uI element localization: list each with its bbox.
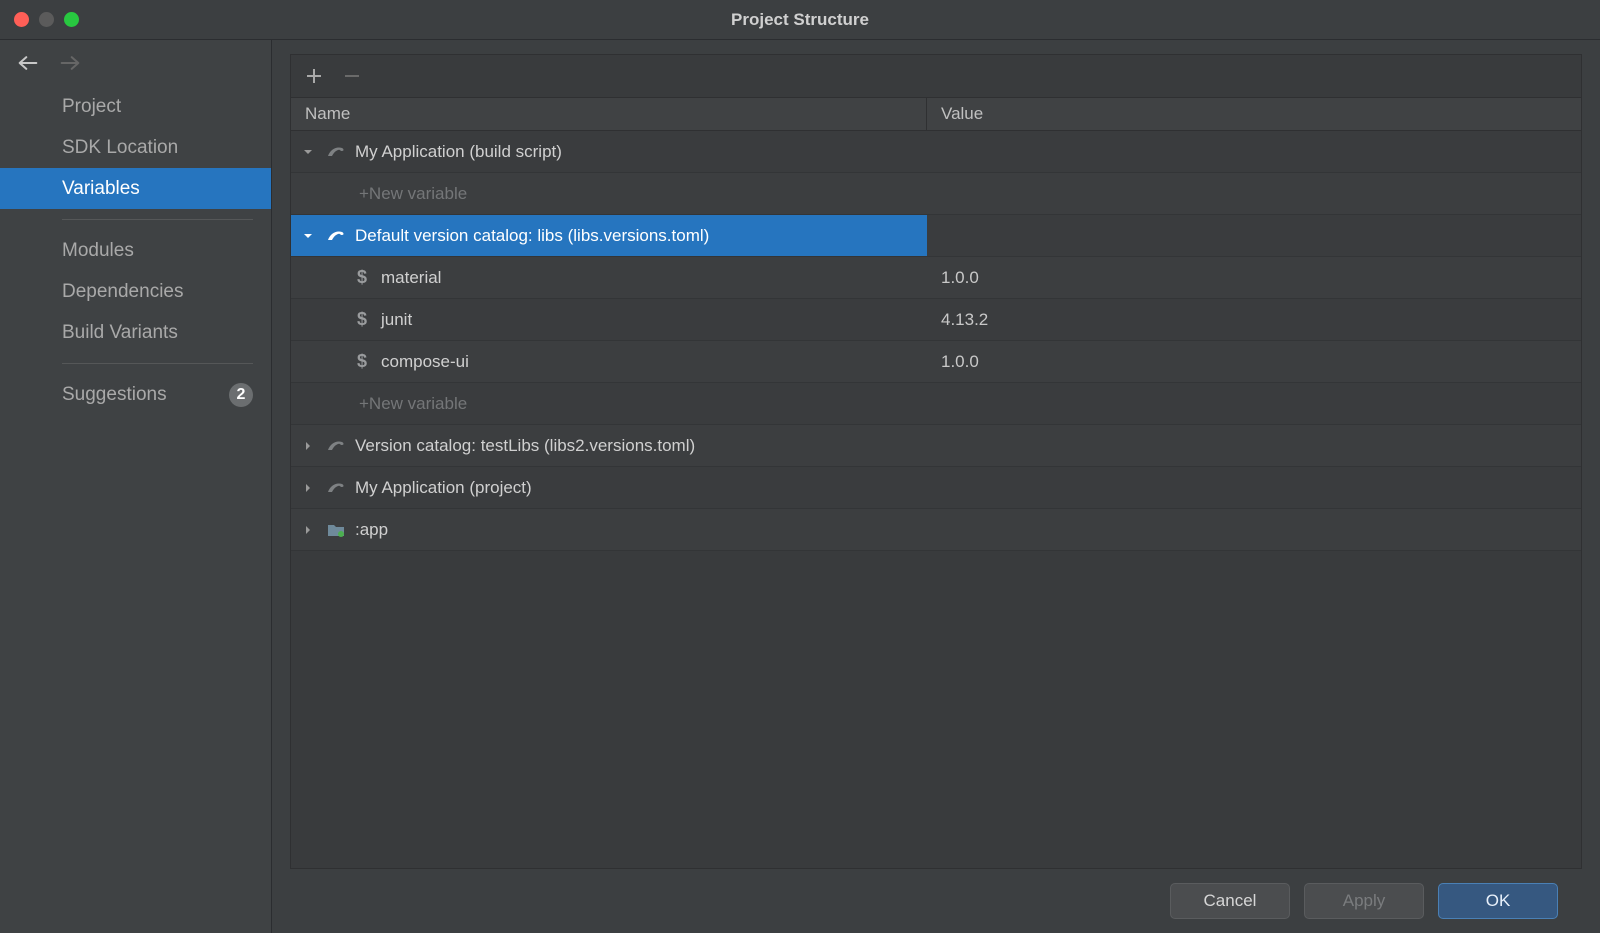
add-button[interactable] xyxy=(305,67,323,85)
main-content: Name Value My Application (build script) xyxy=(272,40,1600,933)
sidebar-item-label: Project xyxy=(62,96,121,118)
cancel-button[interactable]: Cancel xyxy=(1170,883,1290,919)
ok-button[interactable]: OK xyxy=(1438,883,1558,919)
variable-row-compose-ui[interactable]: $ compose-ui 1.0.0 xyxy=(291,341,1581,383)
tree-node-label: My Application (build script) xyxy=(355,142,562,162)
tree-node-label: :app xyxy=(355,520,388,540)
history-nav xyxy=(0,40,271,86)
sidebar-item-label: Dependencies xyxy=(62,281,183,303)
variable-value[interactable]: 4.13.2 xyxy=(927,299,1581,340)
zoom-window-button[interactable] xyxy=(64,12,79,27)
variable-value[interactable]: 1.0.0 xyxy=(927,257,1581,298)
sidebar-item-suggestions[interactable]: Suggestions 2 xyxy=(0,374,271,415)
back-button[interactable] xyxy=(18,53,38,73)
variable-row-junit[interactable]: $ junit 4.13.2 xyxy=(291,299,1581,341)
sidebar: Project SDK Location Variables Modules D… xyxy=(0,40,272,933)
minimize-window-button[interactable] xyxy=(39,12,54,27)
new-variable-row[interactable]: +New variable xyxy=(291,383,1581,425)
sidebar-item-project[interactable]: Project xyxy=(0,86,271,127)
plus-icon xyxy=(306,68,322,84)
sidebar-item-build-variants[interactable]: Build Variants xyxy=(0,312,271,353)
tree-node-label: Version catalog: testLibs (libs2.version… xyxy=(355,436,695,456)
new-variable-placeholder: +New variable xyxy=(359,394,467,414)
sidebar-separator xyxy=(62,363,253,364)
variable-icon: $ xyxy=(351,309,373,330)
variable-name: junit xyxy=(381,310,412,330)
close-window-button[interactable] xyxy=(14,12,29,27)
sidebar-item-label: SDK Location xyxy=(62,137,178,159)
new-variable-row[interactable]: +New variable xyxy=(291,173,1581,215)
apply-button[interactable]: Apply xyxy=(1304,883,1424,919)
titlebar: Project Structure xyxy=(0,0,1600,40)
column-header-name[interactable]: Name xyxy=(291,98,927,130)
project-structure-dialog: Project Structure Project SDK Location V… xyxy=(0,0,1600,933)
variable-name: compose-ui xyxy=(381,352,469,372)
chevron-down-icon xyxy=(299,230,317,242)
sidebar-item-modules[interactable]: Modules xyxy=(0,230,271,271)
window-controls xyxy=(14,12,79,27)
sidebar-separator xyxy=(62,219,253,220)
module-folder-icon xyxy=(325,522,347,538)
variables-panel: Name Value My Application (build script) xyxy=(290,54,1582,869)
sidebar-item-dependencies[interactable]: Dependencies xyxy=(0,271,271,312)
arrow-right-icon xyxy=(60,54,80,72)
minus-icon xyxy=(344,68,360,84)
sidebar-item-label: Suggestions xyxy=(62,384,167,406)
panel-toolbar xyxy=(291,55,1581,97)
sidebar-item-sdk-location[interactable]: SDK Location xyxy=(0,127,271,168)
sidebar-item-variables[interactable]: Variables xyxy=(0,168,271,209)
tree-node-build-script[interactable]: My Application (build script) xyxy=(291,131,1581,173)
forward-button[interactable] xyxy=(60,53,80,73)
remove-button[interactable] xyxy=(343,67,361,85)
chevron-right-icon xyxy=(299,440,317,452)
column-headers: Name Value xyxy=(291,97,1581,131)
variable-icon: $ xyxy=(351,351,373,372)
arrow-left-icon xyxy=(18,54,38,72)
tree-node-default-catalog[interactable]: Default version catalog: libs (libs.vers… xyxy=(291,215,1581,257)
variable-row-material[interactable]: $ material 1.0.0 xyxy=(291,257,1581,299)
gradle-icon xyxy=(325,228,347,244)
variable-name: material xyxy=(381,268,441,288)
dialog-body: Project SDK Location Variables Modules D… xyxy=(0,40,1600,933)
sidebar-item-label: Modules xyxy=(62,240,134,262)
sidebar-item-label: Build Variants xyxy=(62,322,178,344)
tree-node-testlibs-catalog[interactable]: Version catalog: testLibs (libs2.version… xyxy=(291,425,1581,467)
window-title: Project Structure xyxy=(0,10,1600,30)
chevron-right-icon xyxy=(299,482,317,494)
dialog-footer: Cancel Apply OK xyxy=(290,869,1582,933)
variable-icon: $ xyxy=(351,267,373,288)
column-header-value[interactable]: Value xyxy=(927,98,1581,130)
tree-node-project[interactable]: My Application (project) xyxy=(291,467,1581,509)
tree-node-label: Default version catalog: libs (libs.vers… xyxy=(355,226,709,246)
sidebar-item-label: Variables xyxy=(62,178,140,200)
variables-tree: My Application (build script) +New varia… xyxy=(291,131,1581,868)
suggestions-count-badge: 2 xyxy=(229,383,253,407)
gradle-icon xyxy=(325,438,347,454)
variable-value[interactable]: 1.0.0 xyxy=(927,341,1581,382)
new-variable-placeholder: +New variable xyxy=(359,184,467,204)
chevron-right-icon xyxy=(299,524,317,536)
tree-node-app-module[interactable]: :app xyxy=(291,509,1581,551)
gradle-icon xyxy=(325,144,347,160)
gradle-icon xyxy=(325,480,347,496)
chevron-down-icon xyxy=(299,146,317,158)
tree-node-label: My Application (project) xyxy=(355,478,532,498)
